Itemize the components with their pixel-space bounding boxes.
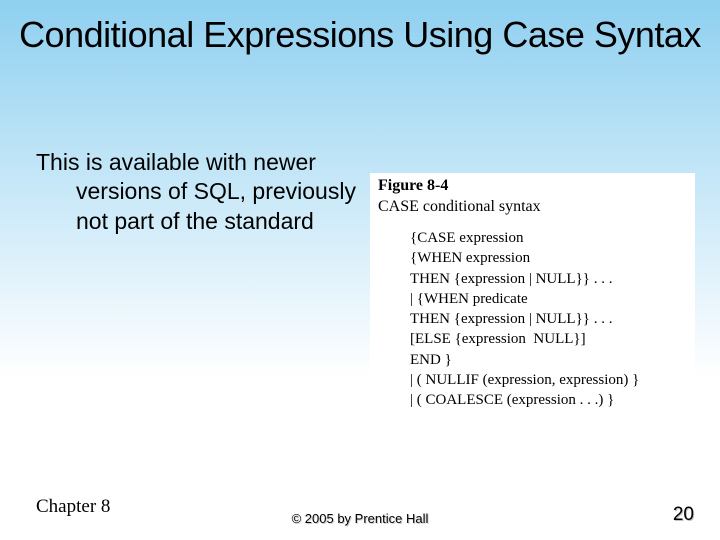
figure-caption: CASE conditional syntax	[378, 198, 687, 216]
slide-title: Conditional Expressions Using Case Synta…	[0, 12, 720, 57]
figure-box: Figure 8-4 CASE conditional syntax {CASE…	[370, 173, 695, 420]
body-paragraph: This is available with newer versions of…	[36, 148, 356, 236]
footer-page-number: 20	[673, 504, 694, 526]
figure-syntax: {CASE expression {WHEN expression THEN {…	[378, 228, 687, 410]
slide: Conditional Expressions Using Case Synta…	[0, 0, 720, 540]
body-text: This is available with newer versions of…	[36, 148, 356, 236]
footer-copyright: © 2005 by Prentice Hall	[0, 511, 720, 526]
figure-label: Figure 8-4	[378, 177, 687, 195]
